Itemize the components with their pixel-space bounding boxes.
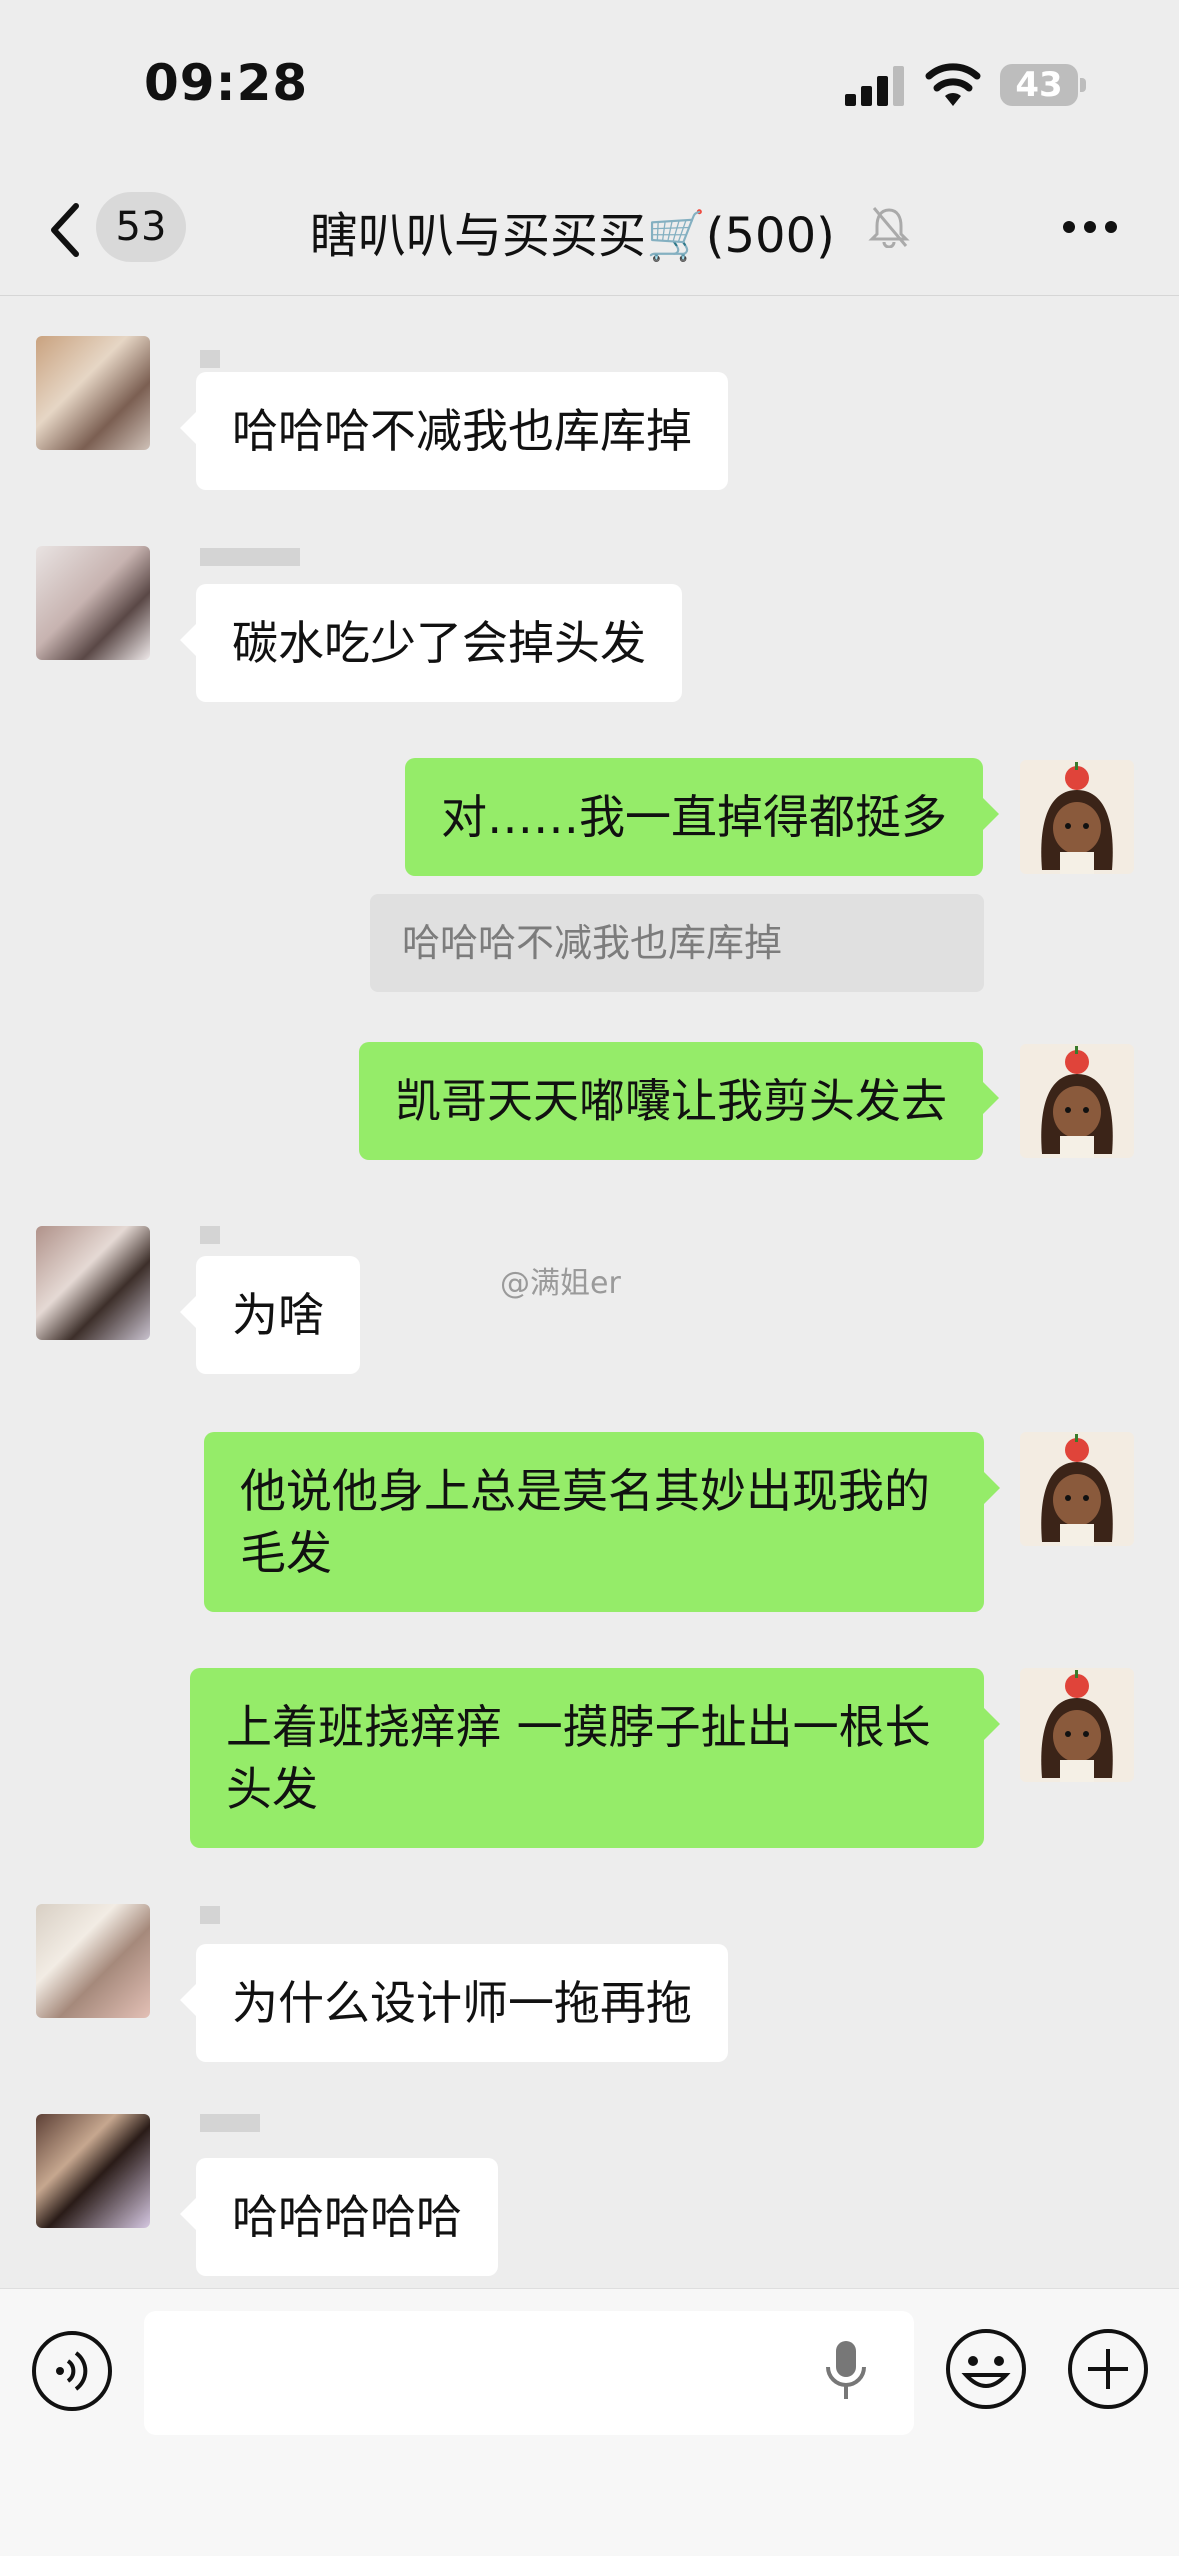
chat-input-bar <box>0 2288 1179 2556</box>
incoming-message-bubble[interactable]: 碳水吃少了会掉头发 <box>180 584 682 702</box>
quoted-reply-text: 哈哈哈不减我也库库掉 <box>402 921 783 965</box>
wifi-icon <box>925 63 981 106</box>
more-options-icon[interactable] <box>1062 220 1118 234</box>
message-input[interactable] <box>144 2311 914 2435</box>
sender-name-blurred <box>200 350 220 368</box>
sender-avatar[interactable] <box>36 2114 150 2228</box>
incoming-message-bubble[interactable]: 为啥 <box>180 1256 360 1374</box>
girl-with-apple-avatar-icon <box>1041 762 1113 874</box>
cellular-signal-icon <box>845 66 904 106</box>
outgoing-message-bubble[interactable]: 上着班挠痒痒 一摸脖子扯出一根长头发 <box>190 1668 1000 1848</box>
sender-name-blurred <box>200 548 300 566</box>
sender-name-blurred <box>200 2114 260 2132</box>
outgoing-message-bubble[interactable]: 凯哥天天嘟囔让我剪头发去 <box>359 1042 999 1160</box>
girl-with-apple-avatar-icon <box>1041 1434 1113 1546</box>
quoted-reply[interactable]: 哈哈哈不减我也库库掉 <box>370 894 984 992</box>
watermark: @满姐er <box>500 1266 621 1301</box>
sender-avatar[interactable] <box>36 546 150 660</box>
battery-indicator: 43 <box>1000 64 1078 106</box>
girl-with-apple-avatar-icon <box>1041 1670 1113 1782</box>
girl-with-apple-avatar-icon <box>1041 1046 1113 1158</box>
add-attachment-icon[interactable] <box>1066 2327 1150 2411</box>
battery-tip <box>1080 78 1086 92</box>
incoming-message-bubble[interactable]: 哈哈哈哈哈 <box>180 2158 498 2276</box>
incoming-message-bubble[interactable]: 哈哈哈不减我也库库掉 <box>180 372 728 490</box>
chat-header: 53 瞎叭叭与买买买🛒(500) <box>0 170 1179 296</box>
voice-mode-icon[interactable] <box>30 2329 114 2413</box>
sender-name-blurred <box>200 1226 220 1244</box>
incoming-message-bubble[interactable]: 为什么设计师一拖再拖 <box>180 1944 728 2062</box>
my-avatar[interactable] <box>1020 760 1134 874</box>
microphone-icon[interactable] <box>822 2337 870 2407</box>
outgoing-message-bubble[interactable]: 他说他身上总是莫名其妙出现我的毛发 <box>204 1432 1000 1612</box>
sender-avatar[interactable] <box>36 1226 150 1340</box>
my-avatar[interactable] <box>1020 1668 1134 1782</box>
clock: 09:28 <box>144 54 309 112</box>
mute-bell-icon <box>868 207 910 248</box>
sender-name-blurred <box>200 1906 220 1924</box>
unread-count-badge[interactable]: 53 <box>96 192 186 262</box>
back-chevron-icon[interactable] <box>44 200 84 260</box>
outgoing-message-bubble[interactable]: 对……我一直掉得都挺多 <box>405 758 999 876</box>
chat-title: 瞎叭叭与买买买🛒(500) <box>310 208 835 264</box>
my-avatar[interactable] <box>1020 1044 1134 1158</box>
sender-avatar[interactable] <box>36 336 150 450</box>
status-bar: 09:28 43 <box>0 0 1179 170</box>
emoji-icon[interactable] <box>944 2327 1028 2411</box>
my-avatar[interactable] <box>1020 1432 1134 1546</box>
sender-avatar[interactable] <box>36 1904 150 2018</box>
